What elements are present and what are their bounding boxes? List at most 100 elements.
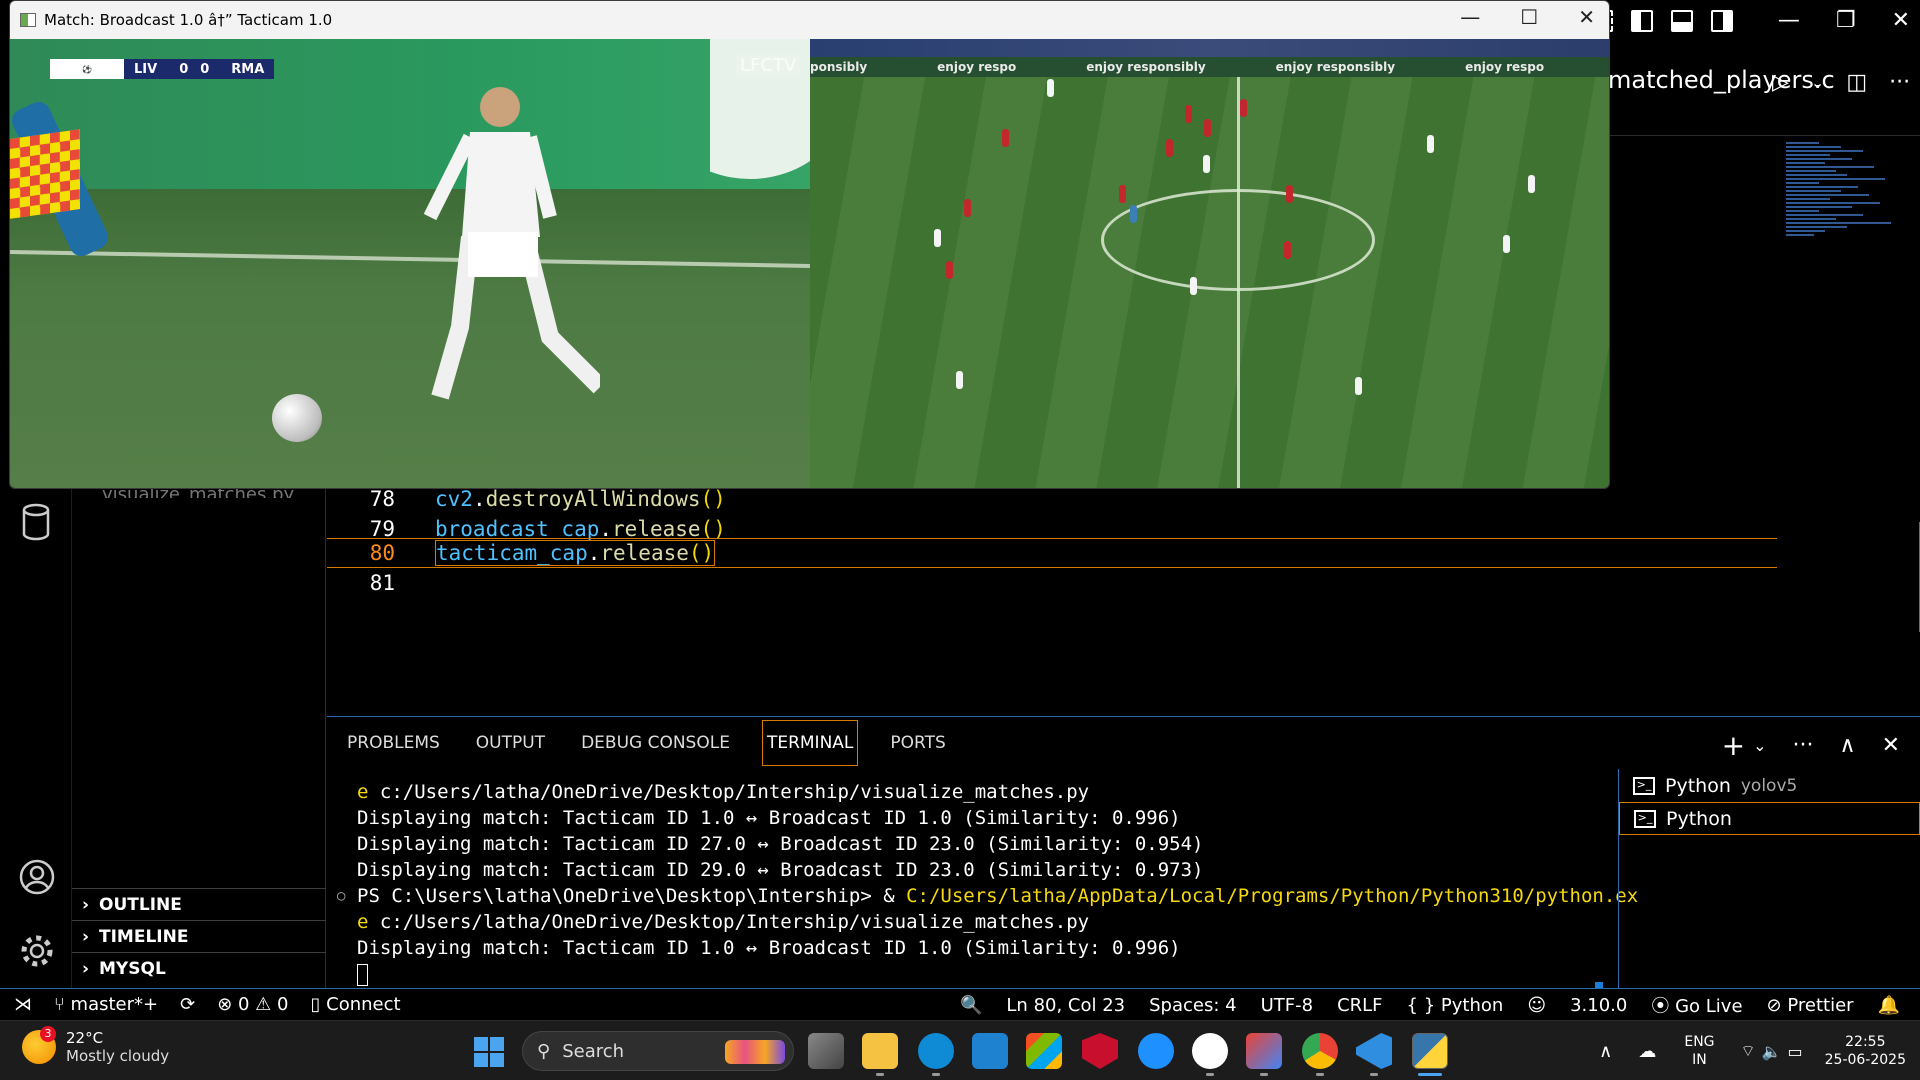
timeline-label: TIMELINE [99, 926, 189, 947]
code-line[interactable]: 81 [327, 568, 1777, 598]
mcafee-icon[interactable] [1082, 1033, 1118, 1069]
player-red [1002, 129, 1009, 147]
language-indicator[interactable]: ENG IN [1684, 1033, 1714, 1069]
terminal-item-python[interactable]: >_ Python [1619, 802, 1920, 835]
new-terminal-icon[interactable]: + [1722, 729, 1745, 762]
account-icon[interactable] [18, 858, 56, 900]
chevron-down-icon[interactable]: ⌄ [1753, 736, 1766, 755]
window-controls: — ☐ ✕ [1460, 5, 1595, 29]
terminal-text: Displaying match: Tacticam ID 1.0 ↔ Broa… [357, 807, 1181, 829]
tab-debug-console[interactable]: DEBUG CONSOLE [577, 721, 734, 765]
close-icon[interactable]: ✕ [1578, 5, 1595, 29]
store-icon[interactable] [1026, 1033, 1062, 1069]
chevron-up-icon[interactable]: ∧ [1599, 1041, 1612, 1062]
close-icon[interactable]: ✕ [1892, 8, 1910, 33]
indentation[interactable]: Spaces: 4 [1149, 995, 1236, 1016]
weather-sun-icon: 3 [22, 1026, 56, 1064]
opencv-match-window[interactable]: Match: Broadcast 1.0 â†” Tacticam 1.0 — … [9, 0, 1610, 489]
file-explorer-icon[interactable] [862, 1033, 898, 1069]
language-mode[interactable]: { } Python [1407, 995, 1504, 1016]
edge-icon[interactable] [918, 1033, 954, 1069]
chrome-icon[interactable] [1302, 1033, 1338, 1069]
more-actions-icon[interactable]: ··· [1889, 70, 1910, 95]
code-line-active[interactable]: 80 tacticam_cap.release() [327, 538, 1777, 568]
gmail-icon[interactable] [1246, 1033, 1282, 1069]
player-white [1427, 135, 1434, 153]
tab-terminal[interactable]: TERMINAL [761, 720, 859, 766]
timeline-section[interactable]: › TIMELINE [72, 920, 326, 952]
close-panel-icon[interactable]: ✕ [1882, 733, 1900, 758]
tab-output[interactable]: OUTPUT [472, 721, 549, 765]
line-number: 81 [369, 571, 395, 595]
prettier-button[interactable]: ⊘ Prettier [1767, 995, 1854, 1016]
sync-icon[interactable]: ⟳ [180, 994, 195, 1015]
task-view-icon[interactable] [808, 1033, 844, 1069]
code-editor[interactable]: 78 cv2.destroyAllWindows() 79 broadcast_… [327, 484, 1919, 714]
branch-name: master*+ [70, 994, 159, 1015]
run-icon[interactable]: ▷ [1772, 70, 1789, 95]
python-icon[interactable] [1412, 1033, 1448, 1069]
terminal-cursor [357, 963, 368, 986]
hp-icon[interactable] [972, 1033, 1008, 1069]
onedrive-cloud-icon[interactable]: ☁ [1638, 1041, 1656, 1062]
python-version[interactable]: 3.10.0 [1570, 995, 1627, 1016]
running-indicator [932, 1073, 940, 1076]
outline-section[interactable]: › OUTLINE [72, 888, 326, 920]
minimap[interactable] [1786, 140, 1896, 310]
start-button[interactable] [474, 1037, 504, 1067]
player-red [964, 199, 971, 217]
ucl-logo: ⚽ [50, 59, 124, 79]
clock[interactable]: 22:55 25-06-2025 [1825, 1033, 1906, 1069]
remote-icon[interactable]: ⋊ [14, 994, 32, 1015]
wifi-icon[interactable]: ⌔ [1741, 1041, 1756, 1061]
more-icon[interactable]: ··· [1792, 733, 1813, 758]
maximize-icon[interactable]: ☐ [1520, 5, 1538, 29]
database-icon[interactable] [18, 502, 54, 546]
toggle-primary-sidebar-icon[interactable] [1631, 10, 1653, 32]
copilot-icon[interactable]: ☺ [1527, 995, 1546, 1016]
bell-icon[interactable]: 🔔 [1878, 995, 1900, 1016]
chatgpt-icon[interactable] [1192, 1033, 1228, 1069]
branch-indicator[interactable]: ⑂ master*+ [54, 994, 158, 1015]
search-placeholder: Search [562, 1040, 625, 1062]
restore-icon[interactable]: ❐ [1836, 8, 1856, 33]
terminal-text: e [357, 781, 369, 803]
minimize-icon[interactable]: — [1778, 8, 1800, 33]
tab-ports[interactable]: PORTS [886, 721, 949, 765]
terminal-item-python-yolov5[interactable]: >_ Python yolov5 [1619, 769, 1920, 802]
weather-widget[interactable]: 3 22°C Mostly cloudy [22, 1026, 169, 1065]
app-icon [20, 13, 36, 27]
go-live-button[interactable]: ⦿ Go Live [1651, 992, 1742, 1018]
minimize-icon[interactable]: — [1460, 5, 1480, 29]
volume-icon[interactable]: 🔈 [1762, 1042, 1782, 1061]
mysql-section[interactable]: › MYSQL [72, 952, 326, 984]
help-icon[interactable] [1138, 1033, 1174, 1069]
terminal-text: c:/Users/latha/OneDrive/Desktop/Intershi… [368, 911, 1090, 933]
problems-indicator[interactable]: ⊗ 0 ⚠ 0 [217, 994, 288, 1015]
toggle-panel-icon[interactable] [1671, 10, 1693, 32]
outline-label: OUTLINE [99, 894, 182, 915]
cursor-position[interactable]: Ln 80, Col 23 [1006, 995, 1125, 1016]
vscode-icon[interactable] [1356, 1033, 1392, 1069]
chevron-down-icon[interactable]: ⌄ [1811, 73, 1824, 92]
ad-text: enjoy respo [937, 60, 1017, 74]
line-ending[interactable]: CRLF [1337, 995, 1382, 1016]
player-white [1503, 235, 1510, 253]
split-editor-icon[interactable]: ◫ [1846, 70, 1867, 95]
terminal-icon: >_ [1633, 776, 1655, 795]
tab-problems[interactable]: PROBLEMS [343, 721, 444, 765]
player-figure [423, 87, 600, 400]
settings-gear-icon[interactable] [18, 932, 56, 974]
maximize-panel-icon[interactable]: ∧ [1839, 733, 1855, 758]
zoom-icon[interactable]: 🔍 [960, 995, 982, 1016]
lang-primary: ENG [1684, 1034, 1715, 1050]
ad-text: enjoy responsibly [1275, 60, 1396, 74]
code-token: . [472, 487, 486, 511]
battery-icon[interactable]: ▭ [1788, 1042, 1803, 1061]
connect-button[interactable]: ▯ Connect [311, 994, 401, 1015]
encoding[interactable]: UTF-8 [1261, 995, 1313, 1016]
opencv-titlebar[interactable]: Match: Broadcast 1.0 â†” Tacticam 1.0 — … [10, 1, 1609, 39]
panel-tabs: PROBLEMS OUTPUT DEBUG CONSOLE TERMINAL P… [327, 717, 950, 769]
toggle-secondary-sidebar-icon[interactable] [1711, 10, 1733, 32]
taskbar-search[interactable]: ⚲ Search [522, 1031, 794, 1071]
